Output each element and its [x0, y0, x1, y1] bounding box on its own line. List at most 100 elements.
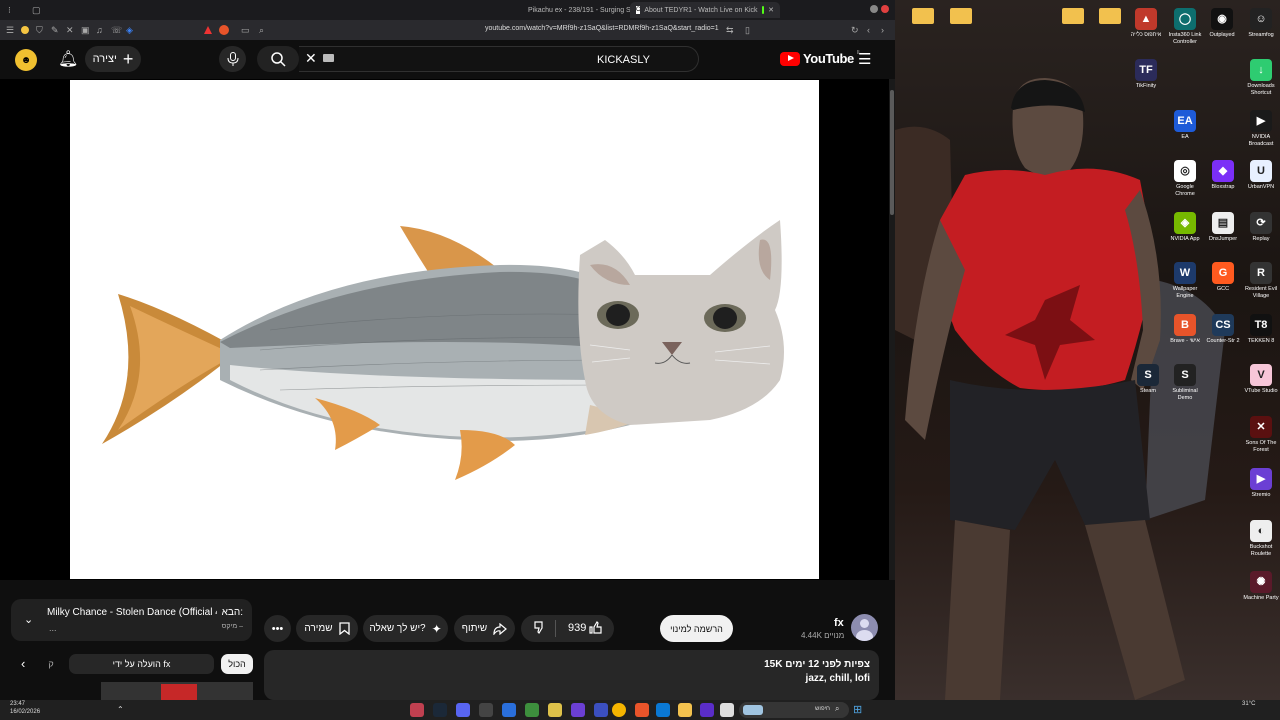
folder-icon[interactable] — [912, 8, 934, 24]
forward-icon[interactable]: › — [881, 25, 884, 35]
desktop-icon[interactable]: ◆ Bloxstrap — [1204, 160, 1242, 191]
music-icon[interactable]: ♫ — [96, 25, 103, 35]
desktop-icon[interactable]: EA EA — [1166, 110, 1204, 141]
avatar[interactable]: ☻ — [15, 49, 37, 71]
share-button[interactable]: שיתוף — [454, 615, 515, 642]
desktop-icon[interactable]: ◈ NVIDIA App — [1166, 212, 1204, 243]
tray-up-arrow-icon[interactable]: ⌃ — [117, 705, 124, 714]
taskbar-explorer-icon[interactable] — [678, 703, 692, 717]
chip-all[interactable]: הכול — [221, 654, 253, 674]
desktop-icon[interactable]: ✺ Machine Party — [1242, 571, 1280, 602]
close-window-icon[interactable] — [881, 5, 889, 13]
keyboard-icon[interactable] — [323, 54, 334, 62]
taskbar-app-icon[interactable] — [700, 703, 714, 717]
search-button[interactable] — [257, 46, 299, 72]
notifications-bell-icon[interactable]: 🔔︎ — [58, 49, 78, 69]
taskbar-app-icon[interactable] — [594, 703, 608, 717]
chips-prev-icon[interactable]: ‹ — [21, 656, 25, 671]
brave-shields-icon[interactable] — [219, 25, 229, 35]
taskbar-chrome-icon[interactable] — [612, 703, 626, 717]
desktop-icon[interactable]: ◯ Insta360 Link Controller — [1166, 8, 1204, 46]
tab-tedyr1[interactable]: C About TEDYR1 - Watch Live on Kick ✕ — [630, 2, 780, 18]
ask-button[interactable]: יש לך שאלה? ✦ — [363, 615, 448, 642]
chip-uploaded-by[interactable]: הועלה על ידי fx — [69, 654, 214, 674]
extensions-icon[interactable]: ✎ — [51, 25, 59, 36]
taskbar-steam-icon[interactable] — [433, 703, 447, 717]
cast-icon[interactable]: ▭ — [241, 25, 250, 36]
desktop-icon[interactable]: R Resident Evil Village — [1242, 262, 1280, 300]
desktop-icon[interactable]: S Subliminal Demo — [1166, 364, 1204, 402]
taskbar-search-box[interactable]: חיפוש ⌕ — [739, 702, 849, 718]
desktop-icon[interactable]: ✕ Sons Of The Forest — [1242, 416, 1280, 454]
desktop-icon[interactable]: U UrbanVPN — [1242, 160, 1280, 191]
channel-name[interactable]: fx — [834, 617, 844, 629]
desktop-icon[interactable]: S Steam — [1129, 364, 1167, 395]
related-thumbnail[interactable] — [101, 682, 253, 700]
twitter-icon[interactable]: ✕ — [66, 25, 74, 36]
taskbar-discord-icon[interactable] — [456, 703, 470, 717]
taskbar-app-icon[interactable] — [571, 703, 585, 717]
description-box[interactable]: 15K צפיות לפני 12 ימים jazz, chill, lofi — [264, 650, 879, 700]
desktop-icon[interactable]: ☺ Streamfog — [1242, 8, 1280, 39]
desktop-icon[interactable]: ⟳ Replay — [1242, 212, 1280, 243]
voice-search-button[interactable] — [219, 46, 246, 72]
telegram-icon[interactable]: ◈ — [126, 25, 133, 36]
clock-time[interactable]: 23:47 — [10, 701, 25, 707]
create-button[interactable]: יצירה + — [85, 46, 141, 72]
url-text[interactable]: youtube.com/watch?v=MRf9h-z1SaQ&list=RDM… — [485, 25, 719, 32]
tab-pikachu[interactable]: Pikachu ex - 238/191 - Surging Spar — [522, 2, 641, 18]
youtube-logo[interactable]: YouTube IL — [780, 50, 861, 66]
panel-icon[interactable]: ▣ — [81, 25, 90, 36]
video-player[interactable] — [0, 79, 889, 580]
translate-icon[interactable]: ⇆ — [726, 25, 734, 36]
menu-icon[interactable]: ⁝ — [8, 5, 11, 16]
desktop-icon[interactable]: ◐ Buckshot Roulette — [1242, 520, 1280, 558]
zoom-icon[interactable]: ⌕ — [259, 25, 264, 36]
taskbar-app-icon[interactable] — [410, 703, 424, 717]
desktop-icon[interactable]: ▶ NVIDIA Broadcast — [1242, 110, 1280, 148]
desktop-icon[interactable]: B Brave - אישי — [1166, 314, 1204, 345]
channel-avatar[interactable] — [851, 614, 878, 641]
desktop-icon[interactable]: V VTube Studio — [1242, 364, 1280, 395]
folder-icon[interactable] — [950, 8, 972, 24]
taskbar-edge-icon[interactable] — [656, 703, 670, 717]
close-tab-icon[interactable]: ✕ — [768, 6, 774, 14]
desktop-icon[interactable]: ↓ Downloads Shortcut — [1242, 59, 1280, 97]
shield-icon[interactable]: ⛉ — [36, 25, 43, 36]
video-frame[interactable] — [70, 80, 819, 579]
taskbar-app-icon[interactable] — [479, 703, 493, 717]
weather-temp[interactable]: 31°C — [1242, 701, 1255, 707]
desktop-icon[interactable]: T8 TEKKEN 8 — [1242, 314, 1280, 345]
chat-icon[interactable]: ☏ — [111, 25, 122, 36]
workspace-icon[interactable]: ▢ — [32, 5, 41, 16]
like-count[interactable]: 939 — [568, 622, 586, 634]
desktop-icon[interactable]: ▲ איתפוס כלייה — [1127, 8, 1165, 39]
next-up-card[interactable]: ⌄ הבא: Milky Chance - Stolen Dance (Offi… — [11, 599, 252, 641]
sidebar-menu-icon[interactable]: ☰ — [6, 25, 14, 36]
subscribe-button[interactable]: הרשמה למינוי — [660, 615, 733, 642]
taskbar-app-icon[interactable] — [502, 703, 516, 717]
taskbar-app-icon[interactable] — [548, 703, 562, 717]
brave-rewards-icon[interactable] — [204, 26, 212, 34]
bookmark-icon[interactable]: ▯ — [745, 25, 750, 36]
desktop-icon[interactable]: ◎ Google Chrome — [1166, 160, 1204, 198]
desktop-icon[interactable]: TF TikFinity — [1127, 59, 1165, 90]
folder-icon[interactable] — [1099, 8, 1121, 24]
reload-icon[interactable]: ↻ — [851, 25, 859, 36]
folder-icon[interactable] — [1062, 8, 1084, 24]
back-icon[interactable]: ‹ — [867, 25, 870, 35]
desktop-icon[interactable]: ◉ Outplayed — [1203, 8, 1241, 39]
desktop-icon[interactable]: W Wallpaper Engine — [1166, 262, 1204, 300]
save-button[interactable]: שמירה — [296, 615, 358, 642]
dislike-icon[interactable] — [534, 621, 547, 637]
whatsapp-icon[interactable] — [21, 26, 29, 34]
windows-start-icon[interactable]: ⊞ — [853, 703, 862, 716]
scrollbar-thumb[interactable] — [890, 90, 894, 215]
like-icon[interactable] — [589, 621, 602, 637]
desktop-icon[interactable]: ▤ DnsJumper — [1204, 212, 1242, 243]
clock-date[interactable]: 16/02/2026 — [10, 709, 40, 715]
clear-search-icon[interactable]: ✕ — [305, 50, 317, 67]
chevron-down-icon[interactable]: ⌄ — [24, 613, 33, 626]
more-actions-button[interactable]: ••• — [264, 615, 291, 642]
hamburger-menu-icon[interactable]: ☰ — [858, 50, 871, 68]
